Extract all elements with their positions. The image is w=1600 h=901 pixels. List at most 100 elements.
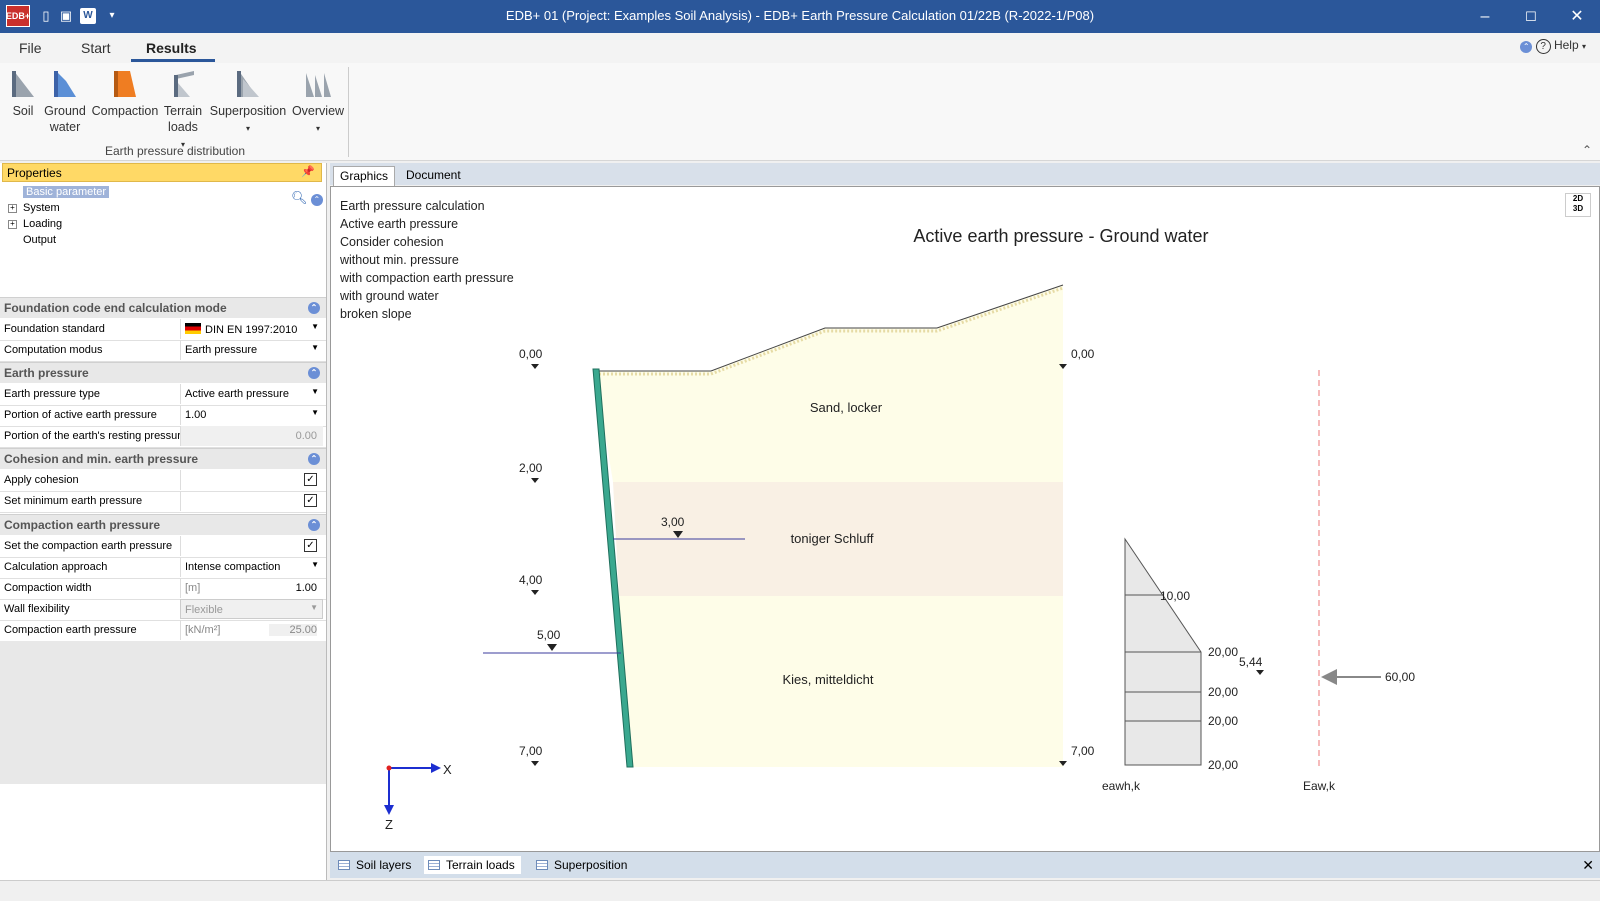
terrain-loads-icon — [174, 71, 194, 97]
grid-icon — [338, 860, 350, 870]
tab-soil-layers[interactable]: Soil layers — [334, 856, 417, 874]
section-cohesion[interactable]: Cohesion and min. earth pressure ⌃ — [0, 448, 326, 469]
z-axis-label: Z — [385, 817, 393, 832]
tab-document[interactable]: Document — [400, 166, 467, 185]
depth-label: 0,00 — [519, 347, 543, 361]
diagram-value: 20,00 — [1208, 645, 1238, 659]
apply-cohesion-checkbox[interactable]: ✓ — [304, 473, 317, 486]
tab-terrain-loads[interactable]: Terrain loads — [424, 856, 521, 874]
terrain-loads-button[interactable]: Terrain loads ▾ — [161, 69, 205, 153]
collapse-ribbon-icon[interactable]: ⌃ — [1582, 143, 1592, 157]
depth-marker — [531, 761, 539, 766]
foundation-standard-select[interactable]: DIN EN 1997:2010 ▼ — [180, 319, 323, 339]
diagram-label: eawh,k — [1102, 779, 1141, 793]
set-compaction-checkbox[interactable]: ✓ — [304, 539, 317, 552]
depth-marker — [531, 364, 539, 369]
overview-button[interactable]: Overview ▾ — [290, 69, 346, 137]
pin-icon[interactable]: 📌 — [301, 165, 315, 178]
help-menu[interactable]: ⌃ ? Help ▾ — [1520, 38, 1586, 54]
section-foundation[interactable]: Foundation code end calculation mode ⌃ — [0, 297, 326, 318]
row-apply-cohesion: Apply cohesion ✓ — [0, 470, 326, 492]
expand-icon[interactable]: + — [8, 204, 17, 213]
ribbon: Soil Ground water Compaction Terrain loa… — [0, 63, 1600, 161]
grid-icon — [428, 860, 440, 870]
soil-button[interactable]: Soil — [8, 69, 38, 119]
diagram-value: 20,00 — [1208, 685, 1238, 699]
origin-point — [386, 765, 392, 771]
chevron-down-icon: ▾ — [315, 124, 320, 133]
close-button[interactable]: ✕ — [1554, 0, 1600, 33]
grid-icon — [536, 860, 548, 870]
collapse-icon[interactable]: ⌃ — [308, 302, 320, 314]
depth-label-right: 7,00 — [1071, 744, 1095, 758]
tree-item-system[interactable]: + System — [6, 200, 109, 216]
properties-header: Properties 📌 — [2, 163, 322, 182]
minimize-button[interactable]: – — [1462, 0, 1508, 33]
chevron-down-icon: ▼ — [311, 343, 319, 352]
ground-water-button[interactable]: Ground water — [42, 69, 88, 135]
depth-label: 7,00 — [519, 744, 543, 758]
maximize-button[interactable]: ☐ — [1508, 0, 1554, 33]
help-label: Help — [1553, 38, 1579, 52]
tree-item-loading[interactable]: + Loading — [6, 216, 109, 232]
collapse-icon[interactable]: ⌃ — [308, 367, 320, 379]
expand-icon[interactable]: + — [8, 220, 17, 229]
superposition-button[interactable]: Superposition ▾ — [208, 69, 288, 137]
status-bar — [0, 880, 1600, 901]
depth-label: 2,00 — [519, 461, 543, 475]
section-compaction[interactable]: Compaction earth pressure ⌃ — [0, 514, 326, 535]
calc-approach-select[interactable]: Intense compaction ▼ — [180, 557, 323, 577]
view-tabs: Graphics Document — [330, 163, 1600, 186]
compaction-button[interactable]: Compaction — [91, 69, 159, 119]
wall-flexibility-select: Flexible ▼ — [180, 599, 323, 619]
search-icon[interactable]: 🔍︎ — [291, 190, 308, 205]
computation-modus-select[interactable]: Earth pressure ▼ — [180, 340, 323, 360]
help-icon: ? — [1535, 39, 1551, 54]
tab-graphics[interactable]: Graphics — [333, 166, 396, 186]
properties-empty-area — [0, 641, 326, 784]
row-portion-resting: Portion of the earth's resting pressure … — [0, 426, 326, 448]
chevron-down-icon: ▾ — [1581, 42, 1586, 51]
water-level-5-label: 5,00 — [537, 628, 561, 642]
section-earth-pressure[interactable]: Earth pressure ⌃ — [0, 362, 326, 383]
water-level-5-marker — [547, 644, 557, 651]
resultant-depth-marker — [1256, 670, 1264, 675]
tab-superposition[interactable]: Superposition — [532, 856, 633, 874]
collapse-icon[interactable]: ⌃ — [1520, 41, 1533, 53]
row-calc-approach: Calculation approach Intense compaction ▼ — [0, 557, 326, 579]
germany-flag-icon — [185, 323, 201, 334]
layer-label-sand: Sand, locker — [810, 400, 883, 415]
set-min-pressure-checkbox[interactable]: ✓ — [304, 494, 317, 507]
tree-tools: 🔍︎ ⌃ — [291, 190, 323, 206]
portion-resting-field: 0.00 — [180, 426, 323, 446]
menu-bar: File Start Results — [0, 33, 1600, 63]
graphics-canvas[interactable]: Earth pressure calculation Active earth … — [330, 186, 1600, 852]
row-earth-pressure-type: Earth pressure type Active earth pressur… — [0, 384, 326, 406]
row-foundation-standard: Foundation standard DIN EN 1997:2010 ▼ — [0, 319, 326, 341]
collapse-all-icon[interactable]: ⌃ — [310, 194, 323, 206]
portion-active-select[interactable]: 1.00 ▼ — [180, 405, 323, 425]
compaction-width-input[interactable]: [m] 1.00 — [180, 578, 323, 598]
menu-tab-results[interactable]: Results — [146, 40, 197, 56]
menu-tab-start[interactable]: Start — [81, 40, 111, 56]
tree-item-basic-parameter[interactable]: Basic parameter — [6, 184, 110, 200]
z-axis-head — [384, 805, 394, 815]
collapse-icon[interactable]: ⌃ — [308, 519, 320, 531]
earth-pressure-drawing: Active earth pressure - Ground water 3,0… — [384, 226, 1415, 832]
bottom-tabs: Soil layers Terrain loads Superposition … — [330, 852, 1600, 878]
window-title: EDB+ 01 (Project: Examples Soil Analysis… — [505, 8, 1095, 23]
tree-item-output[interactable]: Output — [6, 232, 109, 248]
row-computation-modus: Computation modus Earth pressure ▼ — [0, 340, 326, 362]
menu-tab-file[interactable]: File — [19, 40, 42, 56]
diagram-title: Active earth pressure - Ground water — [913, 226, 1208, 246]
chevron-down-icon: ▼ — [310, 603, 318, 612]
water-level-3-label: 3,00 — [661, 515, 685, 529]
collapse-icon[interactable]: ⌃ — [308, 453, 320, 465]
x-axis-head — [431, 763, 441, 773]
row-portion-active: Portion of active earth pressure 1.00 ▼ — [0, 405, 326, 427]
earth-pressure-type-select[interactable]: Active earth pressure ▼ — [180, 384, 323, 404]
row-set-compaction: Set the compaction earth pressure ✓ — [0, 536, 326, 558]
depth-marker — [531, 478, 539, 483]
x-axis-label: X — [443, 762, 452, 777]
close-icon[interactable]: ✕ — [1582, 857, 1594, 874]
